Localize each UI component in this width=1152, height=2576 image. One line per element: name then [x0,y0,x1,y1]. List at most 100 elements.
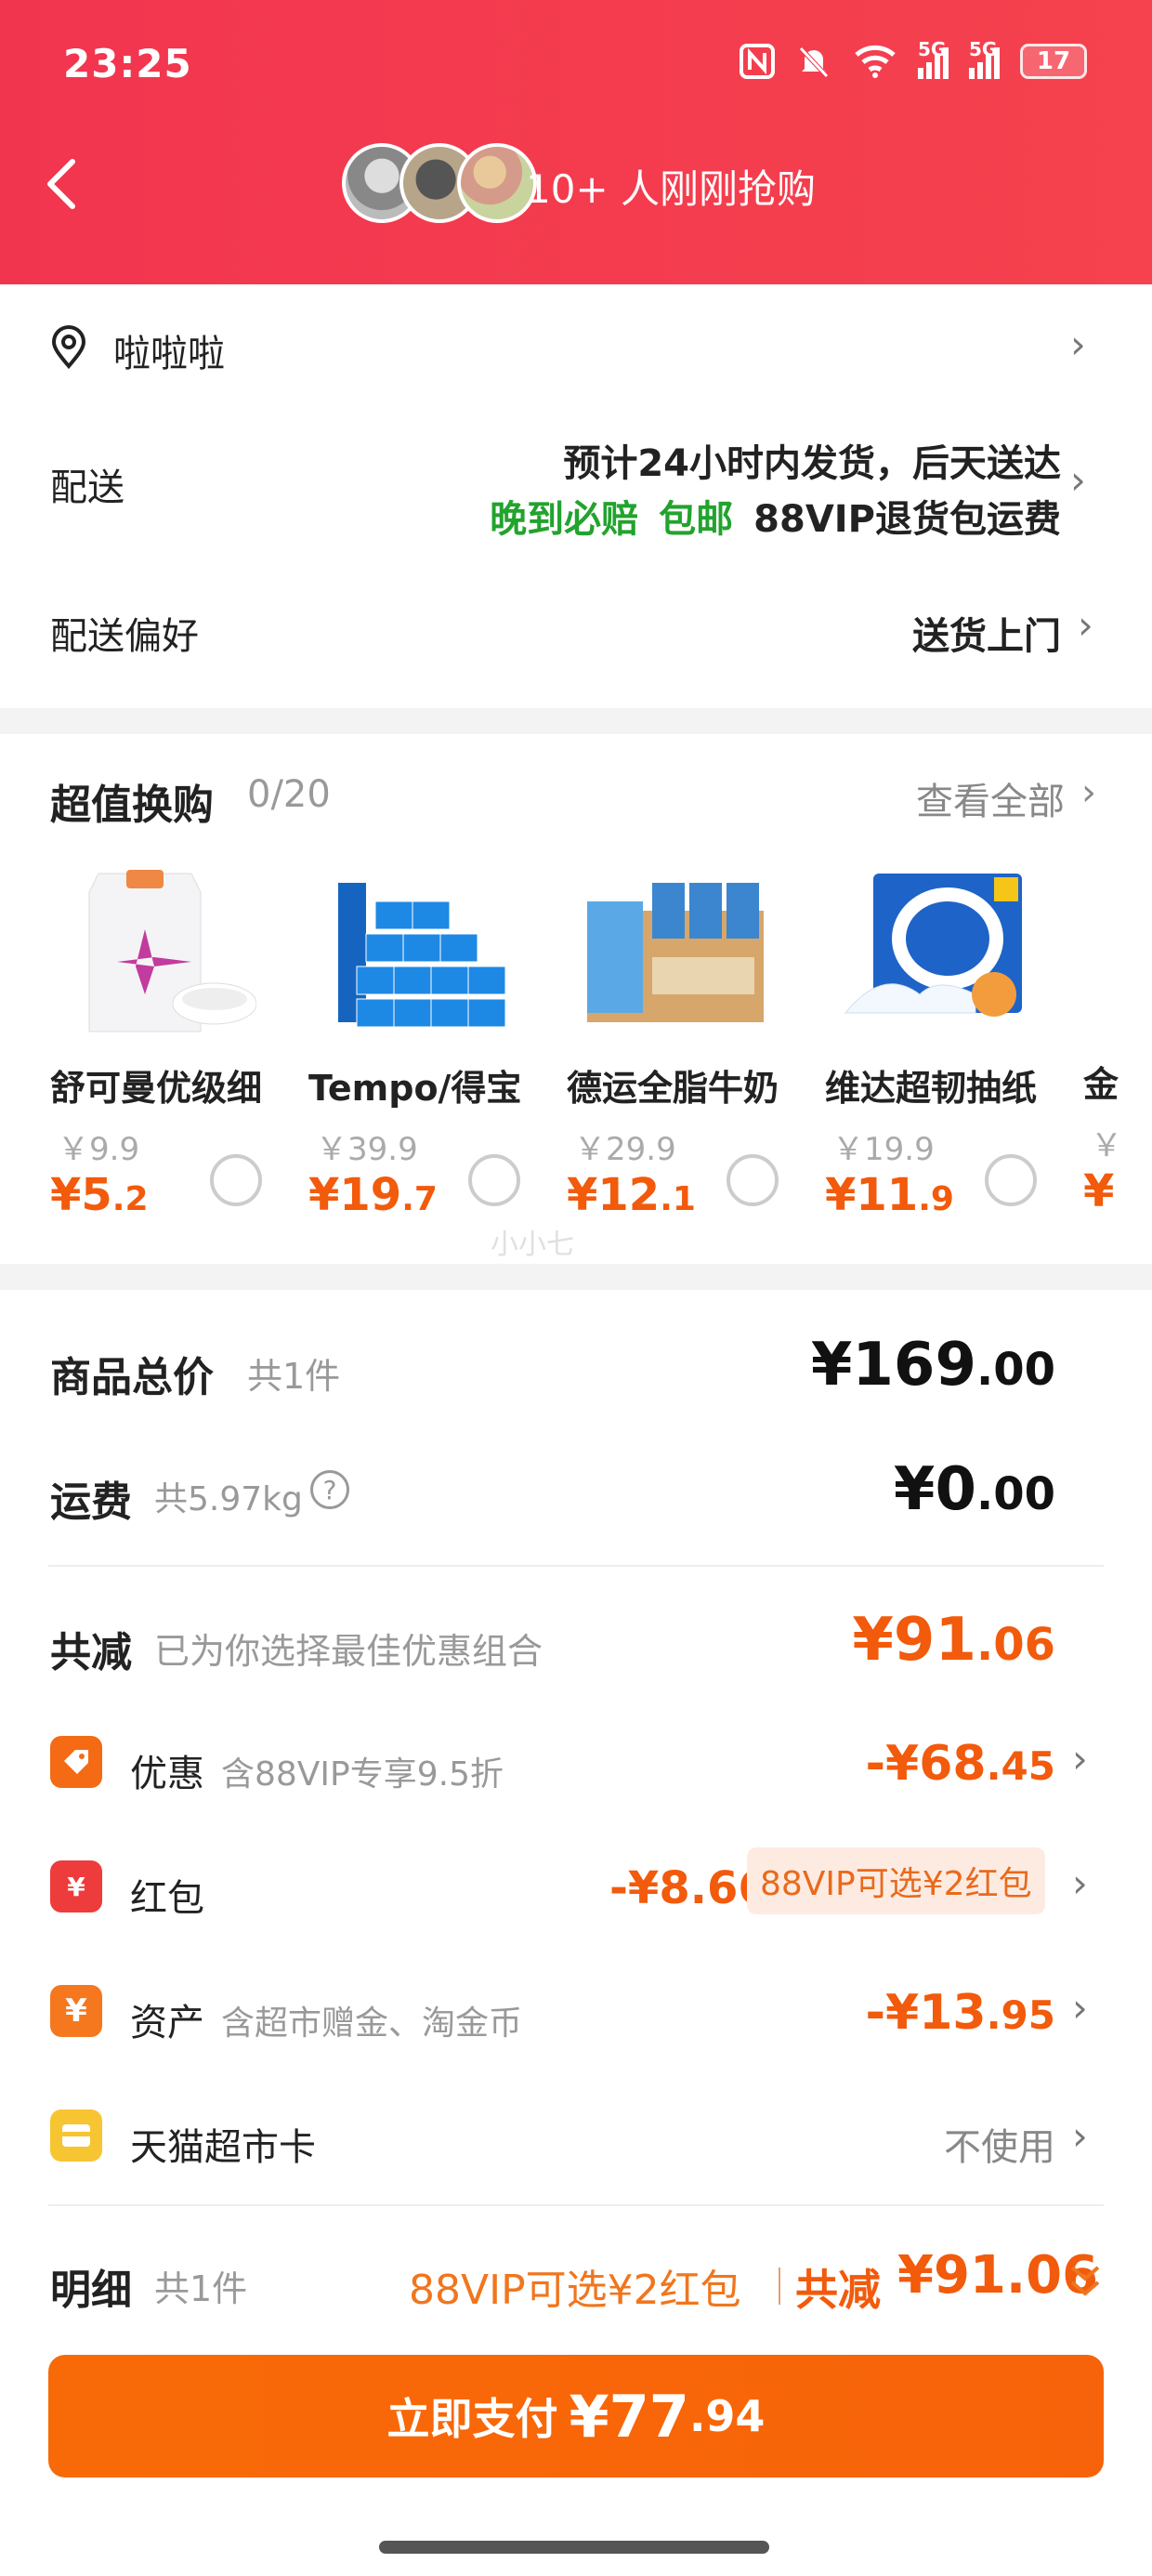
shipping-label: 运费 [50,1479,132,1526]
total-reduce-label: 共减 [50,1629,132,1676]
coin-icon: ¥ [50,1985,102,2037]
discount-desc: 含88VIP专享9.5折 [221,1755,504,1794]
pay-dec: .94 [688,2391,766,2441]
status-time: 23:25 [63,41,192,86]
total-reduce-value: ¥91.06 [852,1606,1055,1675]
pay-int: ¥77 [569,2382,689,2451]
signal-icon: 5G [969,38,1000,79]
price-int: ¥0 [893,1455,976,1524]
see-all-link[interactable]: 查看全部 › [916,771,1096,825]
goods-total-value: ¥169.00 [811,1331,1055,1400]
product-image [587,883,764,1022]
detail-count: 共1件 [154,2268,248,2309]
product-name: 舒可曼优级细 [50,1068,263,1109]
assets-desc: 含超市赠金、淘金币 [221,2004,523,2043]
swap-count: 0/20 [247,773,331,816]
chevron-right-icon: › [1072,2113,1088,2159]
product-original-price: ￥ [1091,1127,1122,1164]
detail-reduce-label: 共减 [795,2265,881,2315]
divider [48,1565,1104,1567]
discount-label: 优惠 [130,1753,204,1795]
delivery-pref-value: 送货上门 [912,615,1061,658]
tmall-card-row[interactable]: 天猫超市卡 不使用 › [0,2082,1152,2193]
delivery-card: 啦啦啦 › 配送 预计24小时内发货，后天送达 晚到必赔 包邮 88VIP退货包… [0,284,1152,708]
tmall-card-value: 不使用 [944,2126,1055,2169]
pay-now-button[interactable]: 立即支付 ¥77 .94 [48,2355,1104,2477]
divider-bar [779,2267,780,2305]
price-int: ¥12 [567,1169,661,1221]
select-radio[interactable] [985,1154,1037,1206]
price-dec: .2 [111,1180,149,1218]
select-radio[interactable] [210,1154,262,1206]
price-dec: .00 [975,1344,1055,1396]
detail-row[interactable]: 明细 共1件 88VIP可选¥2红包 共减 ¥91.06 [0,2215,1152,2336]
chevron-right-icon: › [1070,457,1086,503]
chevron-right-icon: › [1078,602,1093,648]
address-row[interactable]: 啦啦啦 › [0,284,1152,405]
vip-red-packet-pill[interactable]: 88VIP可选¥2红包 [747,1847,1045,1914]
detail-vip-note: 88VIP可选¥2红包 [409,2267,741,2314]
detail-label: 明细 [50,2267,132,2314]
nfc-icon [740,44,775,79]
price-int: ¥91 [852,1606,976,1675]
discount-row[interactable]: 优惠 含88VIP专享9.5折 -¥68.45 › [0,1708,1152,1820]
product-card-partial[interactable]: 金 ￥ ¥ [1083,864,1152,1227]
product-name: 德运全脂牛奶 [567,1068,779,1109]
status-icons: 5G 5G 17 [740,38,1087,80]
chevron-right-icon: › [1072,1985,1088,2031]
late-compensation-tag: 晚到必赔 [490,498,639,541]
chevron-right-icon: › [1070,322,1086,367]
product-name: 维达超韧抽纸 [825,1068,1038,1109]
price-dec: .06 [975,1619,1055,1671]
signal-label: 5G [969,38,998,60]
select-radio[interactable] [468,1154,520,1206]
chevron-right-icon: › [1072,1860,1088,1906]
delivery-eta: 预计24小时内发货，后天送达 [563,442,1061,485]
price-int: ¥169 [810,1331,976,1400]
product-price: ¥ [1083,1165,1115,1217]
red-packet-icon: ¥ [50,1860,102,1912]
chevron-left-icon[interactable] [39,156,84,212]
delivery-pref-label: 配送偏好 [50,615,199,658]
product-image [88,870,257,1032]
chevron-right-icon: › [1072,1736,1088,1781]
signal-icon: 5G [918,38,949,79]
assets-label: 资产 [130,2002,204,2044]
battery-icon: 17 [1020,44,1087,79]
divider [48,2204,1104,2206]
total-reduce-desc: 已为你选择最佳优惠组合 [154,1631,543,1672]
page-title: 10+ 人刚刚抢购 [526,166,816,212]
price-dec: .7 [401,1180,438,1218]
shipping-weight: 共5.97kg [154,1480,303,1518]
price-dec: .00 [975,1468,1055,1520]
location-pin-icon [51,325,86,370]
pay-label: 立即支付 [386,2394,558,2444]
product-image [338,883,506,1028]
header-bar: 23:25 5G 5G 17 10+ 人刚刚抢购 [0,0,1152,284]
price-dec: .1 [660,1180,696,1218]
signal-label: 5G [918,38,947,60]
delivery-row[interactable]: 配送 预计24小时内发货，后天送达 晚到必赔 包邮 88VIP退货包运费 › [0,405,1152,563]
buyer-avatars [342,143,537,223]
product-image [844,874,1022,1017]
mute-icon [799,46,829,78]
delivery-tags: 晚到必赔 包邮 88VIP退货包运费 [490,489,1061,543]
product-name: 金 [1083,1064,1119,1105]
assets-row[interactable]: ¥ 资产 含超市赠金、淘金币 -¥13.95 › [0,1957,1152,2069]
delivery-pref-row[interactable]: 配送偏好 送货上门 › [0,563,1152,684]
address-text: 啦啦啦 [113,333,225,375]
watermark-text: 小小七 [491,1229,574,1261]
shipping-value: ¥0.00 [894,1455,1055,1524]
discount-value: -¥68.45 [865,1736,1055,1792]
gift-card-icon [50,2109,102,2162]
select-radio[interactable] [727,1154,779,1206]
red-packet-row[interactable]: ¥ 红包 -¥8.66 88VIP可选¥2红包 › [0,1833,1152,1944]
tmall-card-label: 天猫超市卡 [130,2126,316,2169]
vip-return-tag: 88VIP退货包运费 [753,498,1061,541]
product-name: Tempo/得宝 [308,1068,522,1109]
swap-title: 超值换购 [50,782,214,829]
home-indicator[interactable] [379,2541,769,2554]
goods-count: 共1件 [247,1356,341,1397]
help-icon[interactable]: ? [310,1470,349,1509]
see-all-label: 查看全部 [916,781,1065,823]
